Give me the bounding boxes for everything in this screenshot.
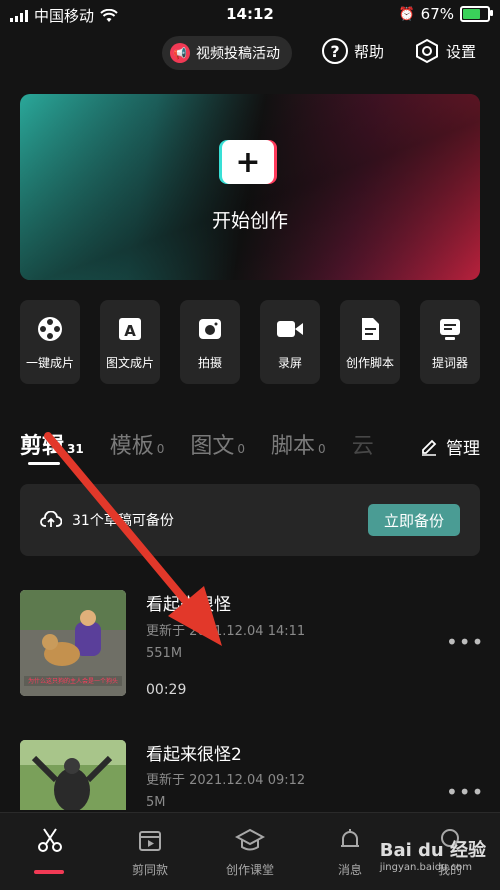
tool-label: 图文成片 xyxy=(105,356,154,370)
thumbnail-caption: 为什么这只狗的主人会是一个狗头 xyxy=(28,677,118,685)
battery-percent: 67% xyxy=(420,5,454,23)
status-bar: 中国移动 14:12 ⏰ 67% xyxy=(0,0,500,30)
battery-icon xyxy=(460,6,493,22)
gear-icon xyxy=(414,38,440,64)
tool-text-image[interactable]: A 图文成片 xyxy=(100,300,160,384)
tab-cloud[interactable]: 云 xyxy=(352,428,374,460)
tab-edit[interactable]: 剪辑 31 xyxy=(20,428,84,460)
start-creating-card[interactable]: + 开始创作 xyxy=(20,94,480,280)
film-reel-icon xyxy=(35,314,65,344)
draft-title: 看起来很怪2 xyxy=(146,745,242,765)
tool-script[interactable]: 创作脚本 xyxy=(340,300,400,384)
camera-icon xyxy=(195,314,225,344)
tool-label: 录屏 xyxy=(277,356,302,370)
nav-templates[interactable]: 剪同款 xyxy=(100,825,200,878)
backup-text: 31个草稿可备份 xyxy=(72,513,174,529)
more-options-icon[interactable]: ••• xyxy=(446,780,484,804)
megaphone-icon: 📢 xyxy=(170,43,190,63)
draft-size: 551M xyxy=(146,646,183,661)
draft-thumbnail xyxy=(20,740,126,810)
edit-icon xyxy=(422,439,437,456)
tab-image-text[interactable]: 图文 0 xyxy=(190,428,245,460)
draft-duration: 00:29 xyxy=(146,682,187,698)
active-nav-indicator xyxy=(34,870,64,874)
nav-label: 消息 xyxy=(337,863,362,877)
alarm-icon: ⏰ xyxy=(398,6,415,22)
help-label: 帮助 xyxy=(354,42,385,61)
backup-now-button[interactable]: 立即备份 xyxy=(367,504,460,536)
draft-title: 看起来很怪 xyxy=(146,595,231,615)
promo-button[interactable]: 📢 视频投稿活动 xyxy=(162,36,292,70)
baidu-watermark: Bai du 经验 jingyan.baidu.com xyxy=(379,840,486,873)
scissors-icon xyxy=(35,825,65,855)
cloud-upload-icon xyxy=(40,511,62,527)
bell-icon xyxy=(335,825,365,855)
tool-teleprompter[interactable]: 提词器 xyxy=(420,300,480,384)
manage-label: 管理 xyxy=(446,439,480,459)
tool-label: 一键成片 xyxy=(25,356,74,370)
status-right: ⏰ 67% xyxy=(398,5,493,23)
more-options-icon[interactable]: ••• xyxy=(446,630,484,654)
tab-template[interactable]: 模板 0 xyxy=(110,428,165,460)
draft-updated: 更新于 2021.12.04 09:12 xyxy=(146,773,306,788)
start-creating-label: 开始创作 xyxy=(211,210,288,232)
graduation-cap-icon xyxy=(235,825,265,855)
nav-label: 创作课堂 xyxy=(225,863,274,877)
manage-button[interactable]: 管理 xyxy=(412,434,480,459)
tool-label: 拍摄 xyxy=(197,356,222,370)
tab-script[interactable]: 脚本 0 xyxy=(271,428,326,460)
draft-tabs: 剪辑 31 模板 0 图文 0 脚本 0 云 xyxy=(20,428,400,460)
draft-updated: 更新于 2021.12.04 14:11 xyxy=(146,624,306,639)
promo-label: 视频投稿活动 xyxy=(196,46,280,62)
nav-label: 剪同款 xyxy=(131,863,168,877)
tool-one-click[interactable]: 一键成片 xyxy=(20,300,80,384)
settings-button[interactable]: 设置 xyxy=(414,38,476,64)
draft-thumbnail: 为什么这只狗的主人会是一个狗头 xyxy=(20,590,126,696)
nav-edit[interactable] xyxy=(0,825,100,861)
video-record-icon xyxy=(275,314,305,344)
draft-size: 5M xyxy=(146,795,166,810)
backup-info: 31个草稿可备份 xyxy=(40,510,174,530)
settings-label: 设置 xyxy=(446,42,477,61)
tool-label: 创作脚本 xyxy=(345,356,394,370)
nav-classroom[interactable]: 创作课堂 xyxy=(200,825,300,878)
script-icon xyxy=(355,314,385,344)
question-icon: ? xyxy=(322,38,348,64)
tool-screen-record[interactable]: 录屏 xyxy=(260,300,320,384)
help-button[interactable]: ? 帮助 xyxy=(322,38,384,64)
active-tab-indicator xyxy=(28,462,60,465)
backup-banner: 31个草稿可备份 立即备份 xyxy=(20,484,480,556)
teleprompter-icon xyxy=(435,314,465,344)
tool-label: 提词器 xyxy=(431,356,468,370)
svg-text:A: A xyxy=(124,322,136,340)
plus-icon: + xyxy=(222,140,274,184)
tool-shoot[interactable]: 拍摄 xyxy=(180,300,240,384)
clapperboard-icon xyxy=(135,825,165,855)
text-image-icon: A xyxy=(115,314,145,344)
